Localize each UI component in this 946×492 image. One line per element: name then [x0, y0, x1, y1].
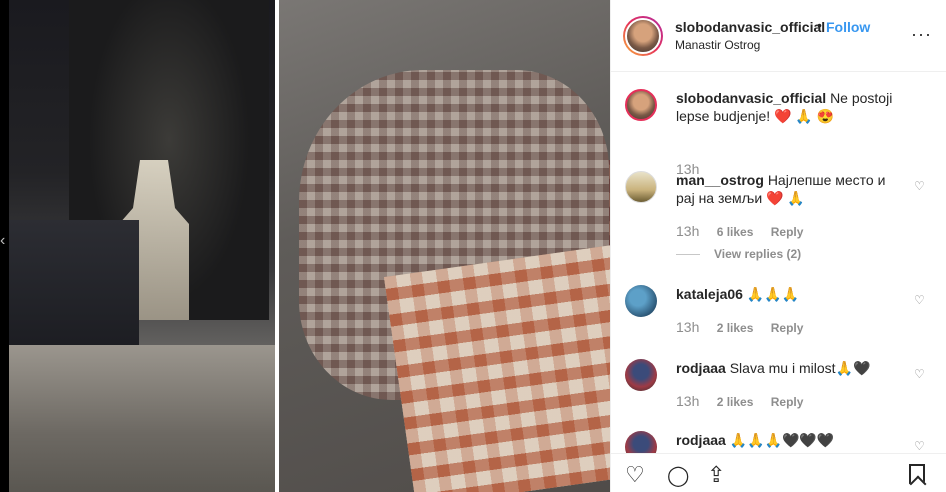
commenter-avatar[interactable]	[625, 359, 657, 391]
commenter-username[interactable]: man__ostrog	[676, 172, 764, 188]
previous-arrow-icon[interactable]: ‹	[0, 232, 6, 256]
author-avatar-image	[625, 18, 661, 54]
more-options-icon[interactable]: ···	[911, 24, 932, 45]
post-side-panel: slobodanvasic_official • Follow Manastir…	[610, 0, 946, 492]
checkered-blanket	[383, 245, 610, 492]
author-username[interactable]: slobodanvasic_official	[675, 19, 825, 35]
author-avatar[interactable]	[623, 16, 663, 56]
caption-emojis: ❤️ 🙏 😍	[774, 108, 835, 124]
like-comment-icon[interactable]: ♡	[914, 293, 925, 307]
comment-meta: 13h 2 likes Reply	[676, 393, 817, 409]
caption: slobodanvasic_official Ne postoji lepse …	[625, 89, 945, 179]
commenter-username[interactable]: rodjaaa	[676, 360, 726, 376]
like-comment-icon[interactable]: ♡	[914, 439, 925, 453]
comment-text-block: rodjaaa 🙏🙏🙏🖤🖤🖤	[676, 431, 906, 449]
comment-likes[interactable]: 6 likes	[717, 225, 754, 239]
comment-item: kataleja06 🙏🙏🙏 ♡ 13h 2 likes Reply	[625, 285, 945, 345]
caption-text-block: slobodanvasic_official Ne postoji lepse …	[676, 89, 906, 125]
comment-emojis: ❤️ 🙏	[766, 190, 805, 206]
comment-time: 13h	[676, 223, 700, 239]
caption-username[interactable]: slobodanvasic_official	[676, 90, 826, 106]
replies-line	[676, 254, 700, 256]
comment-text-block: kataleja06 🙏🙏🙏	[676, 285, 906, 303]
bookmark-icon[interactable]	[909, 464, 925, 484]
comment-text: Slava mu i milost🙏🖤	[729, 360, 871, 376]
commenter-avatar[interactable]	[625, 171, 657, 203]
commenter-username[interactable]: rodjaaa	[676, 432, 726, 448]
post-header: slobodanvasic_official • Follow Manastir…	[611, 0, 946, 72]
caption-avatar[interactable]	[625, 89, 657, 121]
comment-bubble-icon[interactable]: ◯	[667, 463, 689, 488]
heart-outline-icon[interactable]: ♡	[625, 462, 645, 488]
comments-list[interactable]: slobodanvasic_official Ne postoji lepse …	[611, 73, 946, 453]
reply-button[interactable]: Reply	[771, 321, 804, 335]
comment-text-block: rodjaaa Slava mu i milost🙏🖤	[676, 359, 906, 377]
comment-meta: 13h 2 likes Reply	[676, 319, 817, 335]
reply-button[interactable]: Reply	[771, 225, 804, 239]
follow-button[interactable]: Follow	[826, 19, 870, 35]
like-comment-icon[interactable]: ♡	[914, 179, 925, 193]
separator-dot: •	[817, 17, 822, 33]
reply-button[interactable]: Reply	[771, 395, 804, 409]
comment-time: 13h	[676, 319, 700, 335]
comment-text-block: man__ostrog Најлепше место и рај на земљ…	[676, 171, 906, 207]
comment-likes[interactable]: 2 likes	[717, 395, 754, 409]
monastery-night-photo	[9, 0, 275, 492]
commenter-avatar[interactable]	[625, 285, 657, 317]
comment-text: 🙏🙏🙏🖤🖤🖤	[729, 432, 835, 448]
share-icon[interactable]: ⇪	[707, 462, 725, 488]
view-replies-button[interactable]: View replies (2)	[676, 247, 801, 261]
foreground-building	[9, 220, 139, 350]
comment-likes[interactable]: 2 likes	[717, 321, 754, 335]
snowy-ground	[9, 345, 275, 492]
sleeping-man-photo	[279, 0, 610, 492]
post-image[interactable]: ‹	[0, 0, 610, 492]
comment-meta: 13h 6 likes Reply	[676, 223, 817, 239]
like-comment-icon[interactable]: ♡	[914, 367, 925, 381]
comment-item: man__ostrog Најлепше место и рај на земљ…	[625, 171, 945, 271]
location-link[interactable]: Manastir Ostrog	[675, 38, 760, 52]
post-actions-bar: ♡ ◯ ⇪	[611, 453, 946, 492]
comment-item: rodjaaa 🙏🙏🙏🖤🖤🖤 ♡	[625, 431, 945, 453]
comment-item: rodjaaa Slava mu i milost🙏🖤 ♡ 13h 2 like…	[625, 359, 945, 419]
comment-time: 13h	[676, 393, 700, 409]
view-replies-label: View replies (2)	[714, 247, 802, 261]
commenter-avatar[interactable]	[625, 431, 657, 453]
comment-text: 🙏🙏🙏	[746, 286, 800, 302]
commenter-username[interactable]: kataleja06	[676, 286, 743, 302]
